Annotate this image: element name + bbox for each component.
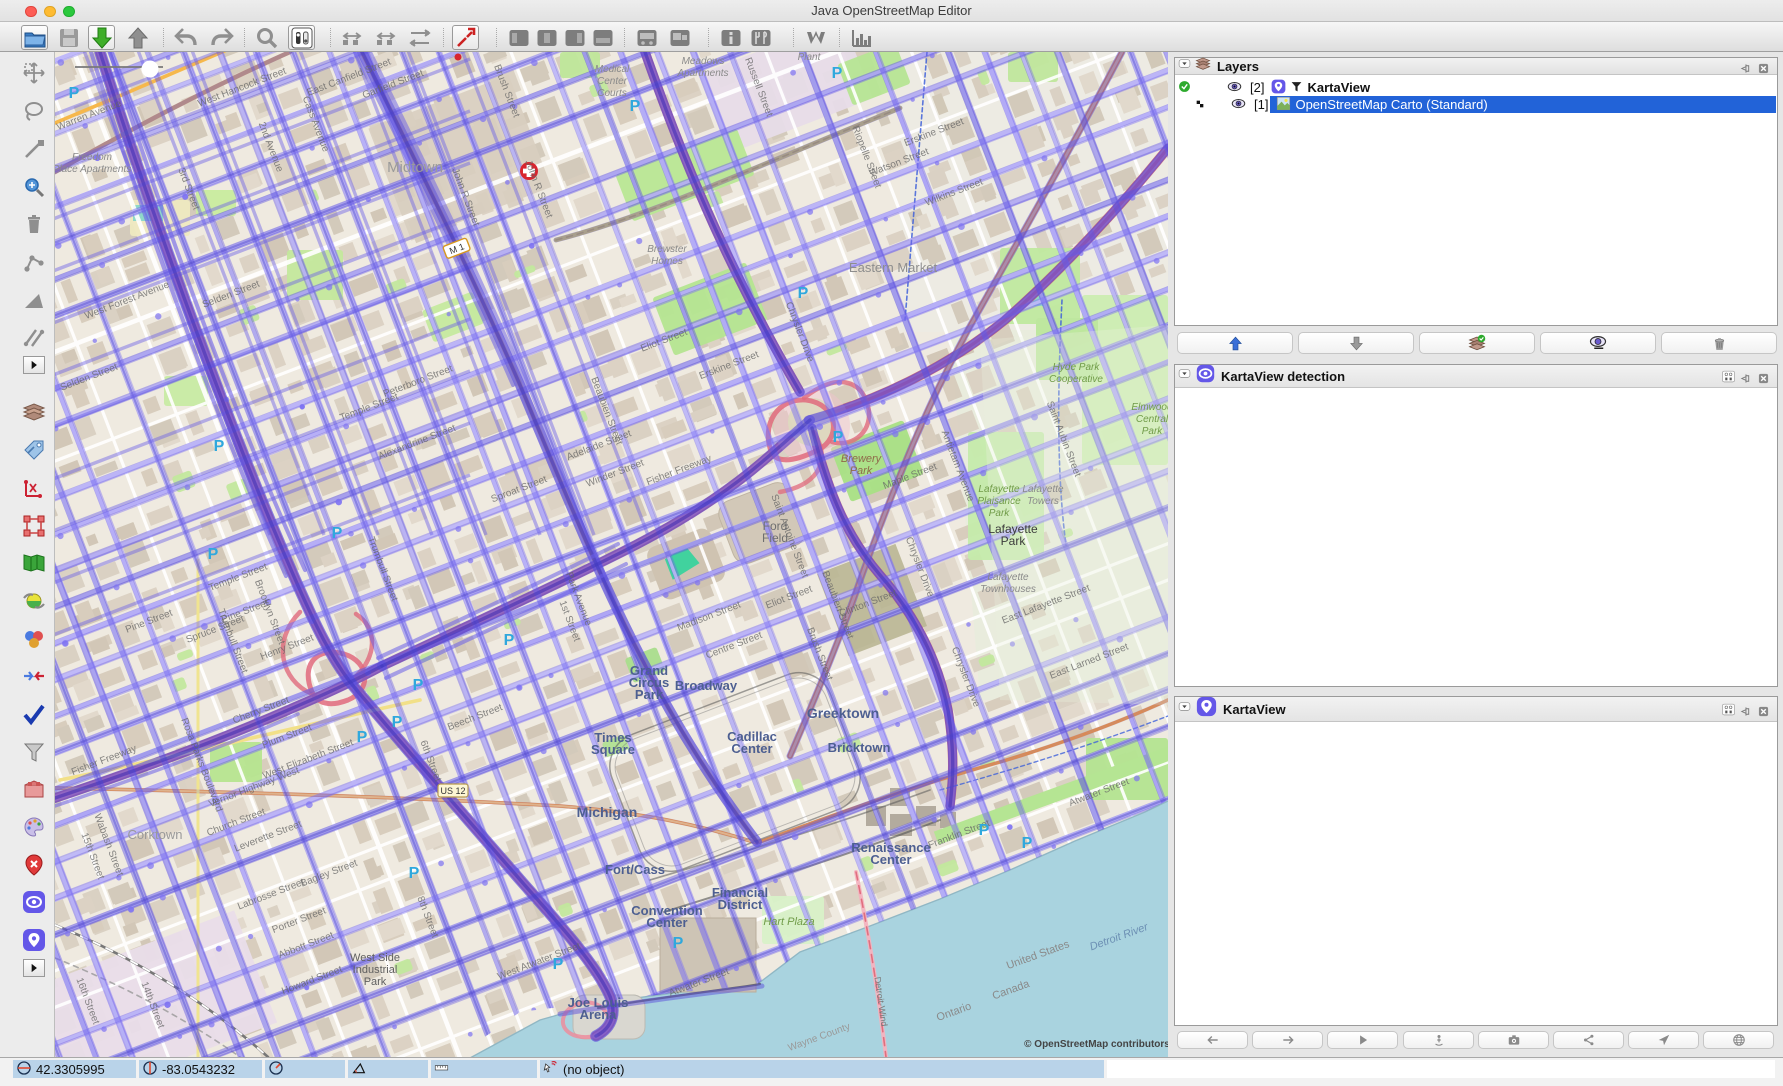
- svg-text:Elmwood: Elmwood: [1131, 402, 1168, 413]
- svg-text:Park: Park: [1001, 534, 1027, 548]
- svg-text:P: P: [553, 956, 564, 973]
- svg-text:Park: Park: [364, 976, 387, 988]
- svg-text:Center: Center: [870, 852, 911, 867]
- svg-text:© OpenStreetMap contributors: © OpenStreetMap contributors: [1024, 1039, 1168, 1050]
- svg-text:P: P: [798, 285, 809, 302]
- svg-text:P: P: [214, 438, 225, 455]
- svg-text:Corktown: Corktown: [128, 827, 183, 842]
- svg-text:P: P: [673, 935, 684, 952]
- svg-text:Greektown: Greektown: [807, 705, 879, 721]
- svg-text:P: P: [630, 98, 641, 115]
- svg-text:P: P: [409, 865, 420, 882]
- svg-text:P: P: [504, 632, 515, 649]
- svg-text:P: P: [69, 85, 80, 102]
- svg-text:Industrial: Industrial: [353, 964, 398, 976]
- svg-text:P: P: [332, 525, 343, 542]
- svg-text:Arena: Arena: [580, 1007, 618, 1022]
- svg-text:Plant: Plant: [798, 52, 822, 63]
- svg-text:Meadows: Meadows: [682, 56, 725, 67]
- svg-text:Brewery: Brewery: [841, 453, 883, 465]
- svg-text:Center: Center: [731, 741, 772, 756]
- svg-text:P: P: [1022, 835, 1033, 852]
- svg-text:Park: Park: [635, 687, 664, 702]
- svg-text:Broadway: Broadway: [675, 678, 738, 693]
- svg-text:P: P: [979, 822, 990, 839]
- svg-text:P: P: [392, 714, 403, 731]
- svg-text:Center: Center: [597, 76, 628, 87]
- svg-text:P: P: [832, 65, 843, 82]
- svg-text:Homes: Homes: [651, 256, 683, 267]
- svg-text:P: P: [357, 729, 368, 746]
- svg-text:Freedom: Freedom: [72, 152, 112, 163]
- svg-text:Medical: Medical: [595, 64, 630, 75]
- svg-text:Lafayette: Lafayette: [987, 572, 1029, 583]
- svg-text:Lafayette: Lafayette: [978, 484, 1020, 495]
- svg-text:Brewster: Brewster: [647, 244, 687, 255]
- svg-text:Center: Center: [646, 915, 687, 930]
- svg-text:West Side: West Side: [350, 952, 400, 964]
- svg-text:Cooperative: Cooperative: [1049, 374, 1103, 385]
- svg-text:Park: Park: [850, 465, 873, 477]
- svg-text:P: P: [413, 677, 424, 694]
- svg-text:Hyde Park: Hyde Park: [1053, 362, 1101, 373]
- svg-text:District: District: [718, 897, 763, 912]
- svg-text:Bricktown: Bricktown: [828, 740, 891, 755]
- svg-text:Midtown: Midtown: [387, 159, 443, 176]
- svg-text:Plaisance: Plaisance: [977, 496, 1021, 507]
- svg-text:Square: Square: [591, 742, 635, 757]
- svg-text:P: P: [208, 546, 219, 563]
- svg-text:P: P: [833, 429, 844, 446]
- svg-text:Apartments: Apartments: [676, 68, 728, 79]
- svg-text:Hart Plaza: Hart Plaza: [763, 916, 814, 928]
- svg-text:Courts: Courts: [597, 88, 626, 99]
- svg-text:Park: Park: [989, 508, 1011, 519]
- svg-text:Eastern Market: Eastern Market: [849, 260, 938, 275]
- svg-text:US 12: US 12: [440, 786, 465, 796]
- svg-text:Michigan: Michigan: [577, 804, 638, 820]
- svg-text:Park: Park: [1142, 426, 1164, 437]
- svg-text:Lafayette: Lafayette: [1022, 484, 1064, 495]
- svg-text:Townhouses: Townhouses: [980, 584, 1036, 595]
- svg-text:Central: Central: [1136, 414, 1168, 425]
- svg-text:Place Apartments: Place Apartments: [55, 164, 131, 175]
- svg-text:Fort/Cass: Fort/Cass: [605, 862, 665, 877]
- svg-text:Towers: Towers: [1027, 496, 1059, 507]
